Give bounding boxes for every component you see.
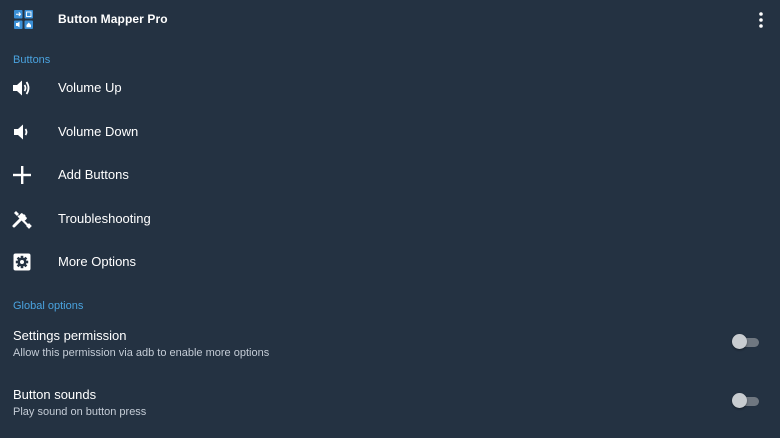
app-logo-icon	[14, 10, 33, 29]
menu-item-label: Troubleshooting	[58, 211, 151, 226]
tools-icon	[11, 208, 33, 230]
top-app-bar: Button Mapper Pro	[0, 0, 780, 40]
plus-icon	[11, 164, 33, 186]
menu-item-label: Volume Down	[58, 124, 139, 139]
settings-gear-icon	[11, 251, 33, 273]
app-window: Button Mapper Pro Buttons Volume Up Volu…	[0, 0, 780, 438]
section-header-buttons: Buttons	[13, 54, 51, 66]
pref-summary: Play sound on button press	[13, 406, 147, 418]
volume-down-icon	[11, 121, 33, 143]
menu-item-label: Add Buttons	[58, 167, 129, 182]
settings-permission-toggle[interactable]	[731, 334, 761, 350]
section-header-global-options: Global options	[13, 300, 84, 312]
button-sounds-toggle[interactable]	[731, 393, 761, 409]
volume-up-icon	[11, 77, 33, 99]
menu-item-volume-down[interactable]: Volume Down	[0, 111, 780, 154]
menu-item-label: Volume Up	[58, 80, 122, 95]
toggle-thumb	[732, 334, 747, 349]
app-title: Button Mapper Pro	[58, 12, 168, 26]
more-vert-icon[interactable]	[752, 9, 770, 31]
menu-item-more-options[interactable]: More Options	[0, 241, 780, 284]
menu-item-label: More Options	[58, 254, 137, 269]
pref-summary: Allow this permission via adb to enable …	[13, 347, 270, 359]
pref-settings-permission[interactable]: Settings permission Allow this permissio…	[0, 328, 780, 380]
menu-item-volume-up[interactable]: Volume Up	[0, 67, 780, 110]
pref-button-sounds[interactable]: Button sounds Play sound on button press	[0, 387, 780, 438]
menu-item-troubleshooting[interactable]: Troubleshooting	[0, 198, 780, 241]
menu-item-add-buttons[interactable]: Add Buttons	[0, 154, 780, 197]
toggle-thumb	[732, 393, 747, 408]
pref-title: Button sounds	[13, 387, 97, 402]
pref-title: Settings permission	[13, 328, 127, 343]
